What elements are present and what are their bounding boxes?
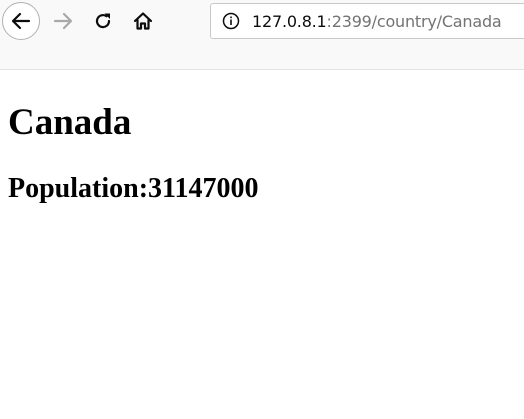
back-arrow-icon [11,12,31,30]
forward-button[interactable] [44,2,82,40]
reload-button[interactable] [84,2,122,40]
page-content: Canada Population:31147000 [8,70,524,206]
population-line: Population:31147000 [8,172,524,206]
home-button[interactable] [124,2,162,40]
address-bar[interactable]: 127.0.8.1:2399/country/Canada [210,3,524,39]
info-icon[interactable] [222,12,240,30]
url-text[interactable]: 127.0.8.1:2399/country/Canada [252,12,502,31]
forward-arrow-icon [53,12,73,30]
back-button[interactable] [2,2,40,40]
population-label: Population: [8,173,149,204]
population-value: 31147000 [148,173,259,204]
url-host: 127.0.8.1 [252,11,327,31]
browser-toolbar: 127.0.8.1:2399/country/Canada [0,0,524,70]
page-title: Canada [8,102,132,143]
url-path: :2399/country/Canada [326,11,502,31]
reload-icon [95,13,111,29]
home-icon [133,12,153,30]
